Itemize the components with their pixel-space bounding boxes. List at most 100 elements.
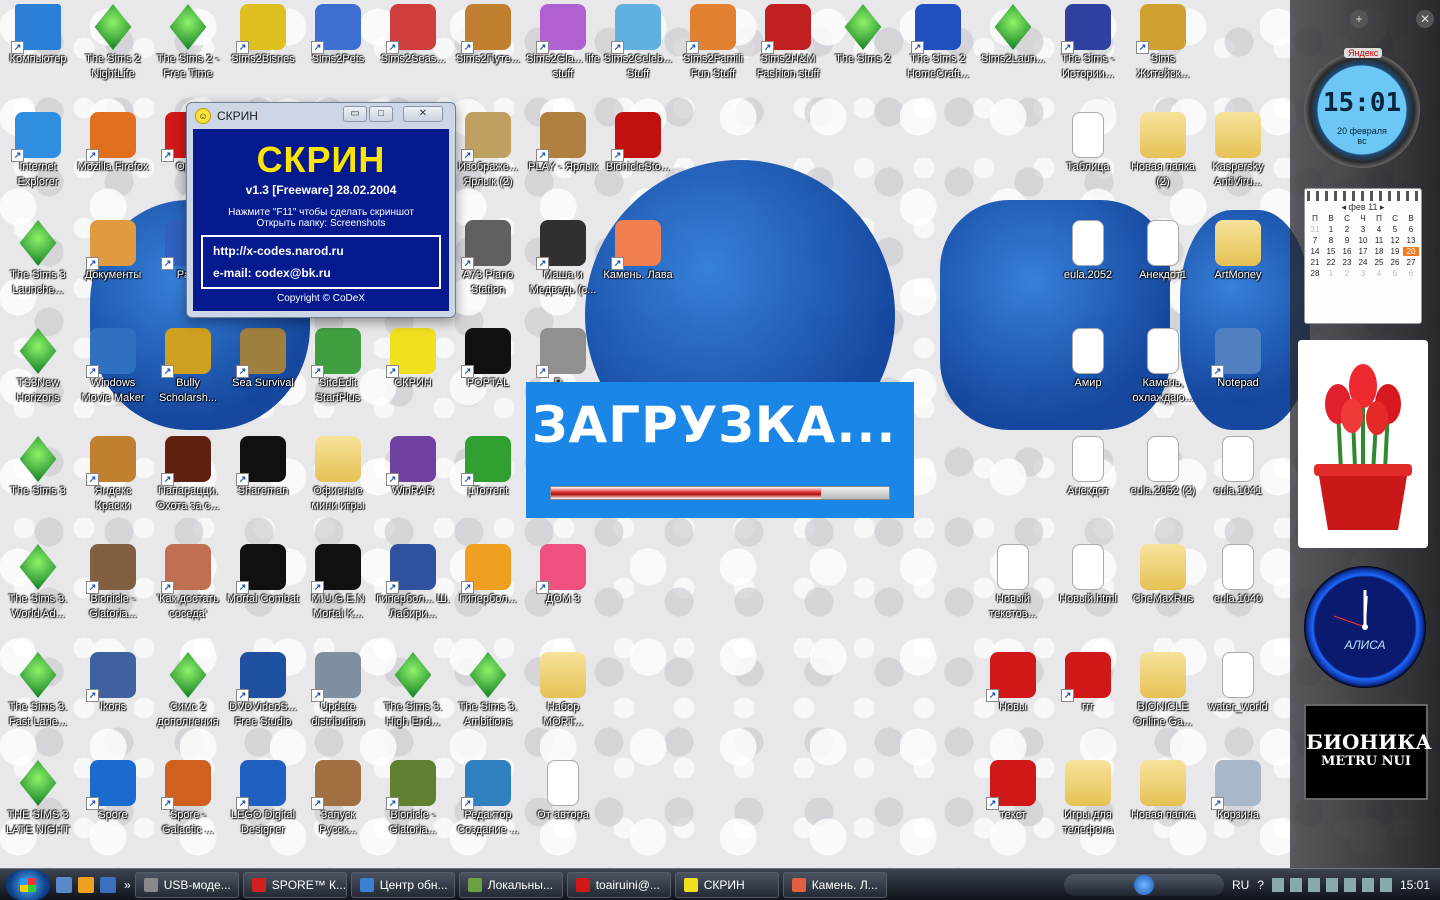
desktop-icon[interactable]: ↗ Sea Survival (225, 324, 301, 430)
bionika-gadget[interactable]: БИОНИКА METRU NUI (1304, 704, 1432, 800)
desktop-icon[interactable]: Новый.html (1050, 540, 1126, 646)
desktop-icon[interactable]: ↗ Sims2Pets (300, 0, 376, 106)
alice-clock-gadget[interactable]: АЛИСА (1304, 566, 1426, 688)
desktop-icon[interactable]: ↗ Bionicle - Glatoria... (375, 756, 451, 862)
desktop-icon[interactable]: ↗ Запуск Русск... (300, 756, 376, 862)
desktop-icon[interactable]: ↗ BionicleSto... (600, 108, 676, 214)
desktop-icon[interactable]: ↗ The Sims 2 HomeCraft... (900, 0, 976, 106)
desktop-icon[interactable]: ↗ DVDVideoS... Free Studio (225, 648, 301, 754)
sidebar-close-button[interactable]: ✕ (1416, 10, 1434, 28)
desktop-icon[interactable]: ↗ THE SIMS 3 LATE NIGHT (0, 756, 76, 862)
desktop-icon[interactable]: Новая папка (2) (1125, 108, 1201, 214)
desktop-icon[interactable]: water_world (1200, 648, 1276, 754)
desktop-icon[interactable]: Игры для телефона (1050, 756, 1126, 862)
media-controls[interactable] (1063, 873, 1224, 896)
calendar-day[interactable]: 18 (1371, 247, 1387, 256)
calendar-day[interactable]: 7 (1307, 236, 1323, 245)
desktop-icon[interactable]: ↗ Internet Explorer (0, 108, 76, 214)
calendar-day[interactable]: 2 (1339, 225, 1355, 234)
taskbar-button[interactable]: toairuini@... (566, 871, 671, 898)
desktop-icon[interactable]: ↗ Sims2H&M Fashion stuff (750, 0, 826, 106)
desktop-icon[interactable]: eula.1040 (1200, 540, 1276, 646)
desktop-icon[interactable]: BIONICLE Online Ga... (1125, 648, 1201, 754)
desktop-icon[interactable]: ↗ Shareman (225, 432, 301, 538)
desktop-icon[interactable]: ↗ The Sims 3. Fast Lane... (0, 648, 76, 754)
desktop-icon[interactable]: ↗ Документы (75, 216, 151, 322)
desktop-icon[interactable]: ↗ Компьютер (0, 0, 76, 106)
desktop-icon[interactable]: ↗ ДОМ 3 (525, 540, 601, 646)
desktop-icon[interactable]: ↗ Sims2Laun... (975, 0, 1051, 106)
desktop-icon[interactable]: ↗ Sims2Famili Fun Stuff (675, 0, 751, 106)
calendar-day[interactable]: 31 (1307, 225, 1323, 234)
taskbar-button[interactable]: Камень. Л... (782, 871, 887, 898)
calendar-day[interactable]: 6 (1403, 225, 1419, 234)
desktop-icon[interactable]: ↗ POPTAL (450, 324, 526, 430)
desktop-icon[interactable]: ↗ Ikons (75, 648, 151, 754)
desktop-icon[interactable]: Амир (1050, 324, 1126, 430)
calendar-day[interactable]: 14 (1307, 247, 1323, 256)
desktop-icon[interactable]: ↗ 'Как достать соседа' (150, 540, 226, 646)
calendar-day[interactable]: 9 (1339, 236, 1355, 245)
taskbar-button[interactable]: SPORE™ К... (242, 871, 347, 898)
desktop-icon[interactable]: ↗ Spore - Galactic ... (150, 756, 226, 862)
desktop-icon[interactable]: Офисные мини игры (300, 432, 376, 538)
calendar-day[interactable]: 11 (1371, 236, 1387, 245)
desktop-icon[interactable]: ↗ M.U.G.E.N Mortal K... (300, 540, 376, 646)
desktop-icon[interactable]: ↗ Корзина (1200, 756, 1276, 862)
desktop-icon[interactable]: ↗ Sims2Celeb... Stuff (600, 0, 676, 106)
calendar-day[interactable]: 23 (1339, 258, 1355, 267)
taskbar-button[interactable]: СКРИН (674, 871, 779, 898)
desktop-icon[interactable]: ↗ Windows Movie Maker (75, 324, 151, 430)
desktop-icon[interactable]: ↗ Камень. Лава (600, 216, 676, 322)
calendar-day[interactable]: 5 (1387, 225, 1403, 234)
desktop-icon[interactable]: От автора (525, 756, 601, 862)
desktop-icon[interactable]: ↗ The Sims - Истории... (1050, 0, 1126, 106)
desktop-icon[interactable]: CheMaxRus (1125, 540, 1201, 646)
taskbar-button[interactable]: Локальны... (458, 871, 563, 898)
tray-clock[interactable]: 15:01 (1400, 878, 1430, 892)
tray-icons[interactable] (1271, 877, 1392, 892)
desktop-icon[interactable]: ↗ Mortal Combat (225, 540, 301, 646)
calendar-day[interactable]: 25 (1371, 258, 1387, 267)
desktop-icon[interactable]: Новый текстов... (975, 540, 1051, 646)
calendar-day[interactable]: 24 (1355, 258, 1371, 267)
calendar-day[interactable]: 22 (1323, 258, 1339, 267)
calendar-day[interactable]: 13 (1403, 236, 1419, 245)
desktop-icon[interactable]: Анекдот1 (1125, 216, 1201, 322)
calendar-day[interactable]: 8 (1323, 236, 1339, 245)
calendar-day[interactable]: 28 (1307, 269, 1323, 278)
desktop-icon[interactable]: Новая папка (1125, 756, 1201, 862)
start-button[interactable] (6, 869, 50, 900)
desktop-icon[interactable]: ↗ LEGO Digital Designer (225, 756, 301, 862)
desktop-icon[interactable]: ↗ Sims2Путе... (450, 0, 526, 106)
desktop-icon[interactable]: ↗ PLAY - Ярлык (525, 108, 601, 214)
desktop-icon[interactable]: ↗ The Sims 2 - Free Time (150, 0, 226, 106)
desktop-icon[interactable]: ↗ The Sims 3. Ambitions (450, 648, 526, 754)
calendar-day[interactable]: 2 (1339, 269, 1355, 278)
desktop-icon[interactable]: ↗ Sims2Bisnes (225, 0, 301, 106)
desktop-icon[interactable]: ↗ Редактор Создание ... (450, 756, 526, 862)
desktop-icon[interactable]: Таблица (1050, 108, 1126, 214)
calendar-day[interactable]: 1 (1323, 269, 1339, 278)
desktop-icon[interactable]: ↗ WinRAR (375, 432, 451, 538)
calendar-day[interactable]: 26 (1387, 258, 1403, 267)
desktop-icon[interactable]: ↗ ггг (1050, 648, 1126, 754)
email-link[interactable]: e-mail: codex@bk.ru (213, 262, 429, 284)
desktop-icon[interactable]: eula.2052 (1050, 216, 1126, 322)
desktop-icon[interactable]: ↗ The Sims 3 Launche... (0, 216, 76, 322)
desktop-icon[interactable]: ↗ текст (975, 756, 1051, 862)
calendar-gadget[interactable]: ◂ фев 11 ▸ П В С Ч П С В 31 1 2 3 4 5 6 7 8 9 10 11 12 13 14 1… (1304, 188, 1422, 324)
folder-hint[interactable]: Открыть папку: Screenshots (193, 218, 449, 229)
calendar-day[interactable]: 17 (1355, 247, 1371, 256)
tulip-picture-gadget[interactable] (1298, 340, 1428, 548)
desktop-icon[interactable]: ↗ Notepad (1200, 324, 1276, 430)
desktop-icon[interactable]: ArtMoney (1200, 216, 1276, 322)
desktop-icon[interactable]: ↗ Bionicle - Glatoria... (75, 540, 151, 646)
show-desktop-icon[interactable] (56, 876, 72, 893)
calendar-day[interactable]: 19 (1387, 247, 1403, 256)
desktop-icon[interactable]: Анекдот (1050, 432, 1126, 538)
desktop-icon[interactable]: ↗ Spore (75, 756, 151, 862)
calendar-day[interactable]: 5 (1387, 269, 1403, 278)
desktop-icon[interactable]: Набор MORT... (525, 648, 601, 754)
desktop-icon[interactable]: ↗ The Sims 3 (0, 432, 76, 538)
